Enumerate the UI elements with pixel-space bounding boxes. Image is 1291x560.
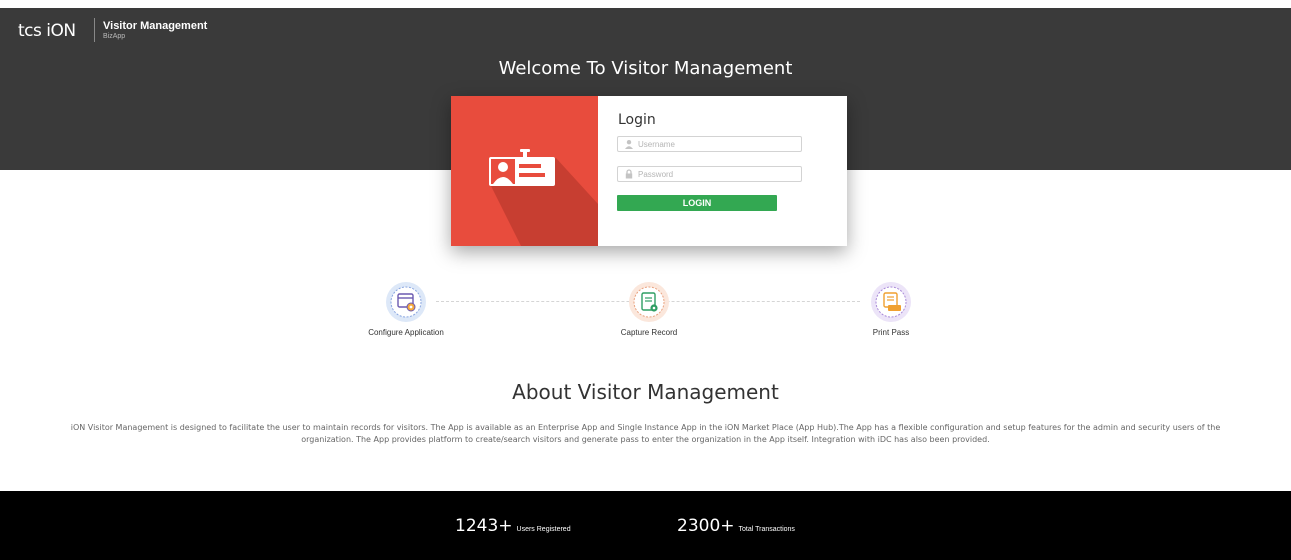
- welcome-heading: Welcome To Visitor Management: [498, 58, 793, 79]
- top-strip: [0, 0, 1291, 8]
- stat-label: Users Registered: [516, 526, 571, 533]
- app-title: Visitor Management: [103, 20, 208, 32]
- step-icon-circle: [628, 281, 670, 323]
- password-input[interactable]: [638, 167, 798, 181]
- login-form: Login LOGIN: [598, 96, 847, 246]
- stat-users-registered: 1243+ Users Registered: [455, 516, 571, 536]
- user-icon: [625, 140, 633, 149]
- lock-icon: [625, 169, 633, 179]
- step-icon-circle: [385, 281, 427, 323]
- stat-value: 2300+: [677, 516, 735, 536]
- login-button[interactable]: LOGIN: [617, 195, 777, 211]
- login-card: Login LOGIN: [451, 96, 847, 246]
- stats-footer: 1243+ Users Registered 2300+ Total Transac…: [0, 491, 1291, 560]
- username-field[interactable]: [617, 136, 802, 152]
- tcs-ion-logo[interactable]: tcs iON: [18, 21, 76, 41]
- step-icon-circle: [870, 281, 912, 323]
- about-description: iON Visitor Management is designed to fa…: [70, 423, 1221, 444]
- stat-value: 1243+: [455, 516, 513, 536]
- capture-record-icon: [629, 282, 669, 322]
- login-illustration-panel: [451, 96, 598, 246]
- login-title: Login: [618, 112, 656, 128]
- print-pass-icon: [871, 282, 911, 322]
- username-input[interactable]: [638, 137, 798, 151]
- id-card-icon: [489, 149, 598, 246]
- step-label: Configure Application: [368, 328, 444, 337]
- stat-total-transactions: 2300+ Total Transactions: [677, 516, 795, 536]
- step-configure-application: Configure Application: [336, 281, 476, 337]
- step-label: Print Pass: [872, 328, 910, 337]
- app-subtitle: BizApp: [103, 33, 126, 40]
- stat-label: Total Transactions: [738, 526, 795, 533]
- step-capture-record: Capture Record: [579, 281, 719, 337]
- configure-app-icon: [386, 282, 426, 322]
- password-field[interactable]: [617, 166, 802, 182]
- step-print-pass: Print Pass: [821, 281, 961, 337]
- step-label: Capture Record: [620, 328, 678, 337]
- about-title: About Visitor Management: [512, 380, 779, 404]
- brand-divider: [94, 18, 95, 42]
